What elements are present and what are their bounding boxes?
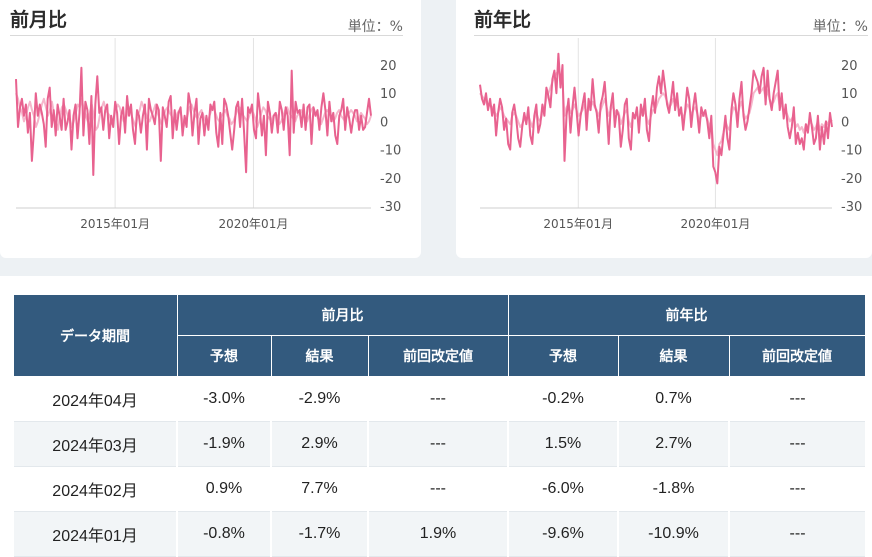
- cell-yoy-result: -10.9%: [617, 511, 730, 557]
- cell-yoy-revised: ---: [728, 511, 866, 557]
- indicator-table: データ期間 前月比 前年比 予想 結果 前回改定値 予想 結果 前回改定値 20…: [12, 294, 866, 557]
- header-group-yoy: 前年比: [507, 294, 866, 336]
- cell-period: 2024年01月: [12, 511, 177, 557]
- yoy-chart-card: 前年比 単位：% 2015年01月 2020年01月 20 10 0 -10 -20 -30: [456, 0, 872, 258]
- cell-yoy-forecast: -9.6%: [507, 511, 619, 557]
- cell-mom-revised: ---: [366, 376, 509, 422]
- table-row: 2024年02月 0.9% 7.7% --- -6.0% -1.8% ---: [12, 466, 866, 512]
- series-line-actual: [15, 66, 372, 176]
- cell-mom-revised: ---: [366, 466, 509, 512]
- header-yoy-result: 結果: [617, 335, 730, 377]
- header-mom-forecast: 予想: [176, 335, 272, 377]
- cell-yoy-forecast: -6.0%: [507, 466, 619, 512]
- x-tick-label: 2020年01月: [219, 217, 289, 231]
- y-tick-label: -10: [841, 144, 862, 159]
- header-mom-revised: 前回改定値: [367, 335, 509, 377]
- x-tick-label: 2020年01月: [681, 217, 751, 231]
- y-tick-label: -30: [841, 200, 862, 215]
- y-tick-label: 0: [841, 115, 849, 130]
- cell-mom-result: -1.7%: [270, 511, 368, 557]
- cell-yoy-revised: ---: [728, 421, 866, 467]
- cell-mom-forecast: -1.9%: [176, 421, 271, 467]
- mom-chart-card: 前月比 単位：% 2015年01月 2020年01月 20 10 0 -10 -20 -30: [0, 0, 421, 258]
- y-tick-label: -20: [841, 172, 862, 187]
- cell-mom-forecast: 0.9%: [176, 466, 271, 512]
- table-row: 2024年01月 -0.8% -1.7% 1.9% -9.6% -10.9% -…: [12, 511, 866, 557]
- cell-mom-forecast: -3.0%: [176, 376, 271, 422]
- table-row: 2024年03月 -1.9% 2.9% --- 1.5% 2.7% ---: [12, 421, 866, 467]
- header-period: データ期間: [12, 294, 178, 377]
- header-group-mom: 前月比: [176, 294, 509, 336]
- yoy-line-chart: 2015年01月 2020年01月 20 10 0 -10 -20 -30: [479, 38, 862, 231]
- y-tick-label: 0: [380, 115, 388, 130]
- y-tick-label: 10: [841, 87, 858, 102]
- cell-mom-revised: ---: [366, 421, 509, 467]
- cell-mom-result: 2.9%: [270, 421, 368, 467]
- cell-period: 2024年02月: [12, 466, 177, 512]
- y-tick-label: -30: [380, 200, 401, 215]
- y-tick-label: 20: [380, 59, 397, 74]
- mom-line-chart: 2015年01月 2020年01月 20 10 0 -10 -20 -30: [15, 38, 401, 231]
- cell-mom-revised: 1.9%: [366, 511, 509, 557]
- x-tick-label: 2015年01月: [80, 217, 150, 231]
- cell-yoy-forecast: 1.5%: [507, 421, 619, 467]
- cell-yoy-revised: ---: [728, 466, 866, 512]
- series-line-actual: [479, 52, 833, 185]
- cell-yoy-revised: ---: [728, 376, 866, 422]
- cell-yoy-result: 2.7%: [617, 421, 730, 467]
- cell-period: 2024年03月: [12, 421, 177, 467]
- header-yoy-forecast: 予想: [507, 335, 619, 377]
- cell-mom-result: 7.7%: [270, 466, 368, 512]
- x-tick-label: 2015年01月: [543, 217, 613, 231]
- y-tick-label: 10: [380, 87, 397, 102]
- y-tick-label: 20: [841, 59, 858, 74]
- cell-yoy-result: 0.7%: [617, 376, 730, 422]
- y-tick-label: -20: [380, 172, 401, 187]
- cell-mom-forecast: -0.8%: [176, 511, 271, 557]
- cell-mom-result: -2.9%: [270, 376, 368, 422]
- header-mom-result: 結果: [270, 335, 369, 377]
- header-yoy-revised: 前回改定値: [728, 335, 866, 377]
- table-row: 2024年04月 -3.0% -2.9% --- -0.2% 0.7% ---: [12, 376, 866, 422]
- cell-period: 2024年04月: [12, 376, 177, 422]
- y-tick-label: -10: [380, 144, 401, 159]
- cell-yoy-result: -1.8%: [617, 466, 730, 512]
- cell-yoy-forecast: -0.2%: [507, 376, 619, 422]
